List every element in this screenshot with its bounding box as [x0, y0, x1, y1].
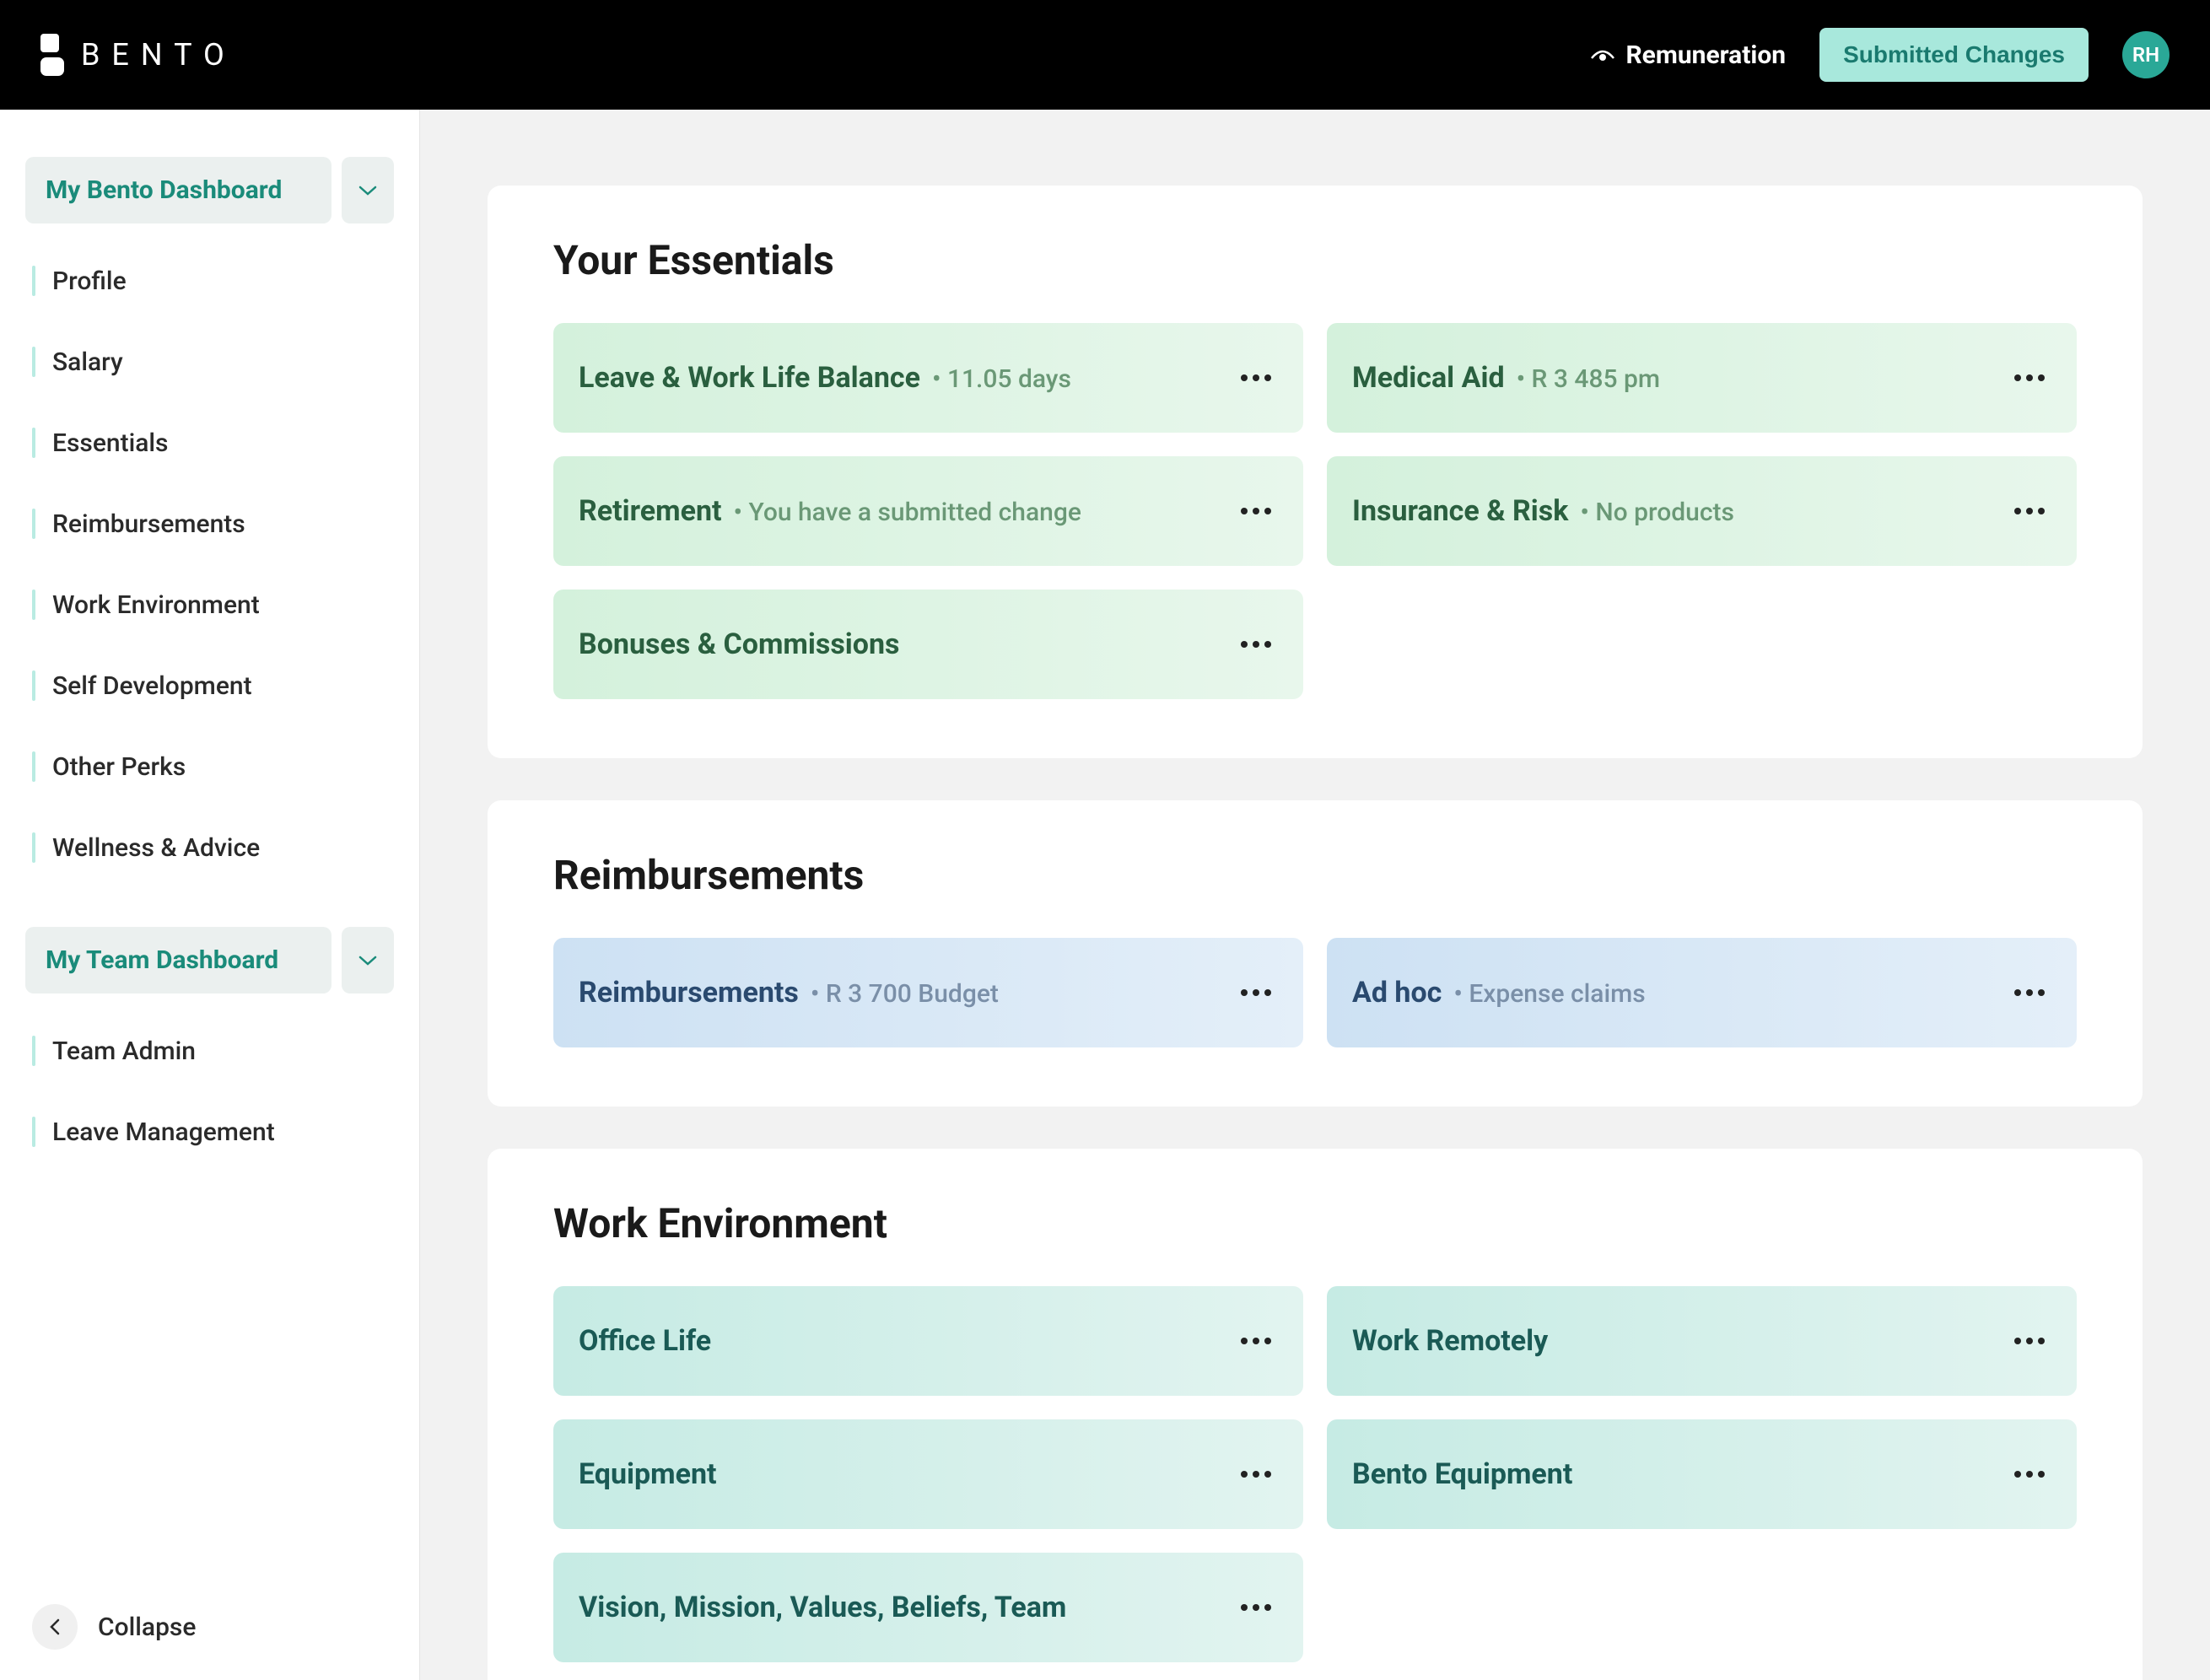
sidebar-item-wellness-advice[interactable]: Wellness & Advice [25, 816, 394, 880]
card-title: Ad hoc [1352, 976, 1442, 1010]
card-medical-aid[interactable]: Medical Aid • R 3 485 pm [1327, 323, 2077, 433]
card-title: Retirement [579, 494, 722, 528]
card-work-remotely[interactable]: Work Remotely [1327, 1286, 2077, 1396]
submitted-changes-button[interactable]: Submitted Changes [1819, 28, 2089, 82]
section-reimbursements: Reimbursements Reimbursements • R 3 700 … [488, 800, 2143, 1107]
sidebar-item-team-admin[interactable]: Team Admin [25, 1019, 394, 1083]
sidebar-item-other-perks[interactable]: Other Perks [25, 735, 394, 799]
section-title: Work Environment [553, 1199, 2077, 1247]
collapse-sidebar-button[interactable]: Collapse [25, 1591, 394, 1663]
section-your-essentials: Your Essentials Leave & Work Life Balanc… [488, 186, 2143, 758]
sidebar-item-label: Self Development [52, 671, 252, 701]
section-work-environment: Work Environment Office Life Work Remote… [488, 1149, 2143, 1680]
logo[interactable]: BENTO [40, 34, 236, 76]
sidebar-item-label: Essentials [52, 428, 169, 458]
more-icon[interactable] [1234, 983, 1278, 1003]
card-title: Bento Equipment [1352, 1457, 1572, 1491]
sidebar-item-profile[interactable]: Profile [25, 249, 394, 313]
app-header: BENTO Remuneration Submitted Changes RH [0, 0, 2210, 110]
collapse-label: Collapse [98, 1613, 196, 1642]
eye-icon [1590, 46, 1615, 63]
more-icon[interactable] [1234, 368, 1278, 388]
card-leave-work-life-balance[interactable]: Leave & Work Life Balance • 11.05 days [553, 323, 1303, 433]
card-bonuses-commissions[interactable]: Bonuses & Commissions [553, 590, 1303, 699]
remuneration-label: Remuneration [1625, 40, 1786, 70]
sidebar-item-self-development[interactable]: Self Development [25, 654, 394, 718]
card-title: Bonuses & Commissions [579, 627, 900, 661]
card-equipment[interactable]: Equipment [553, 1419, 1303, 1529]
card-ad-hoc[interactable]: Ad hoc • Expense claims [1327, 938, 2077, 1047]
sidebar-item-leave-management[interactable]: Leave Management [25, 1100, 394, 1164]
card-office-life[interactable]: Office Life [553, 1286, 1303, 1396]
card-title: Medical Aid [1352, 361, 1505, 395]
card-title: Equipment [579, 1457, 717, 1491]
avatar[interactable]: RH [2122, 31, 2170, 78]
sidebar-item-essentials[interactable]: Essentials [25, 411, 394, 475]
sidebar-item-salary[interactable]: Salary [25, 330, 394, 394]
brand-name: BENTO [81, 37, 236, 73]
more-icon[interactable] [2008, 1464, 2051, 1484]
card-bento-equipment[interactable]: Bento Equipment [1327, 1419, 2077, 1529]
sidebar-item-label: Profile [52, 267, 127, 296]
card-subtitle: • R 3 485 pm [1517, 364, 1660, 394]
sidebar-group-toggle-my-bento[interactable] [342, 157, 394, 223]
chevron-down-icon [358, 955, 377, 967]
card-title: Leave & Work Life Balance [579, 361, 920, 395]
sidebar-group-toggle-my-team[interactable] [342, 927, 394, 993]
more-icon[interactable] [2008, 1331, 2051, 1351]
sidebar-item-label: Leave Management [52, 1117, 275, 1147]
card-retirement[interactable]: Retirement • You have a submitted change [553, 456, 1303, 566]
card-reimbursements[interactable]: Reimbursements • R 3 700 Budget [553, 938, 1303, 1047]
card-title: Work Remotely [1352, 1324, 1548, 1358]
chevron-left-icon [48, 1618, 62, 1636]
card-vision-mission-values[interactable]: Vision, Mission, Values, Beliefs, Team [553, 1553, 1303, 1662]
card-title: Office Life [579, 1324, 711, 1358]
main-content: Your Essentials Leave & Work Life Balanc… [420, 110, 2210, 1680]
card-insurance-risk[interactable]: Insurance & Risk • No products [1327, 456, 2077, 566]
more-icon[interactable] [1234, 1464, 1278, 1484]
remuneration-link[interactable]: Remuneration [1590, 40, 1786, 70]
sidebar-item-label: Wellness & Advice [52, 833, 260, 863]
sidebar-item-label: Salary [52, 347, 123, 377]
more-icon[interactable] [1234, 1331, 1278, 1351]
card-subtitle: • You have a submitted change [734, 498, 1081, 527]
more-icon[interactable] [1234, 634, 1278, 654]
card-subtitle: • 11.05 days [932, 364, 1071, 394]
section-title: Your Essentials [553, 236, 2077, 284]
sidebar-item-label: Team Admin [52, 1037, 196, 1066]
card-title: Reimbursements [579, 976, 799, 1010]
sidebar-item-label: Reimbursements [52, 509, 245, 539]
more-icon[interactable] [2008, 983, 2051, 1003]
more-icon[interactable] [2008, 501, 2051, 521]
logo-icon [40, 34, 64, 76]
sidebar-item-label: Work Environment [52, 590, 260, 620]
more-icon[interactable] [2008, 368, 2051, 388]
card-subtitle: • R 3 700 Budget [811, 979, 999, 1009]
sidebar: My Bento Dashboard Profile Salary Essent… [0, 110, 420, 1680]
card-subtitle: • Expense claims [1453, 979, 1645, 1009]
sidebar-item-reimbursements[interactable]: Reimbursements [25, 492, 394, 556]
header-actions: Remuneration Submitted Changes RH [1590, 28, 2170, 82]
card-title: Insurance & Risk [1352, 494, 1568, 528]
sidebar-group-my-team[interactable]: My Team Dashboard [25, 927, 332, 993]
card-title: Vision, Mission, Values, Beliefs, Team [579, 1591, 1066, 1624]
more-icon[interactable] [1234, 501, 1278, 521]
sidebar-item-label: Other Perks [52, 752, 186, 782]
card-subtitle: • No products [1580, 498, 1734, 527]
chevron-down-icon [358, 185, 377, 197]
more-icon[interactable] [1234, 1597, 1278, 1618]
sidebar-group-my-bento[interactable]: My Bento Dashboard [25, 157, 332, 223]
section-title: Reimbursements [553, 851, 2077, 899]
sidebar-item-work-environment[interactable]: Work Environment [25, 573, 394, 637]
